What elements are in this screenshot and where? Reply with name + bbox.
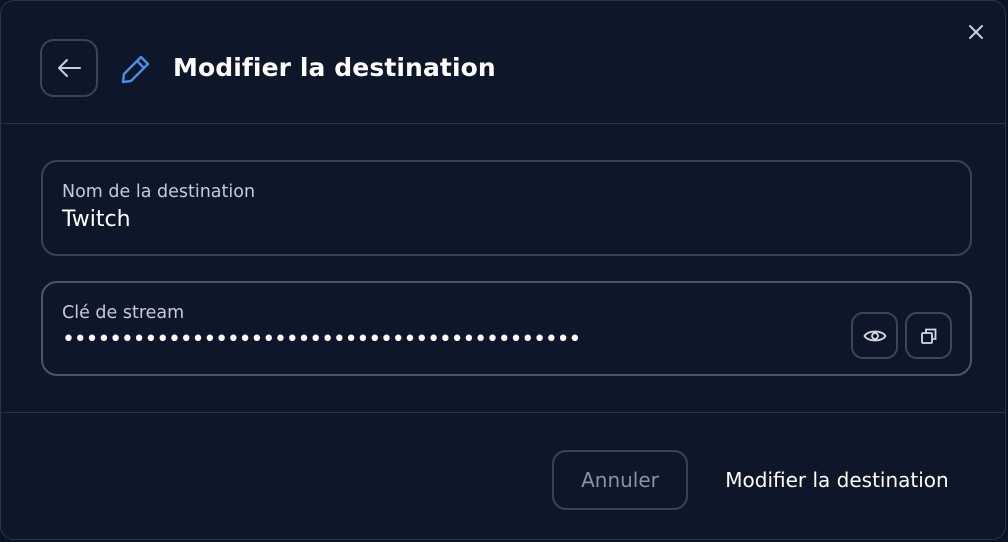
copy-icon <box>920 328 936 344</box>
stream-key-label: Clé de stream <box>62 303 185 323</box>
dialog-title: Modifier la destination <box>173 53 496 82</box>
submit-button[interactable]: Modifier la destination <box>711 450 963 510</box>
copy-key-button[interactable] <box>905 312 952 359</box>
destination-name-field[interactable]: Nom de la destination Twitch <box>41 160 972 256</box>
cancel-button[interactable]: Annuler <box>552 450 688 510</box>
stream-key-field[interactable]: Clé de stream ••••••••••••••••••••••••••… <box>41 281 972 376</box>
eye-icon <box>862 330 887 341</box>
reveal-key-button[interactable] <box>851 312 898 359</box>
back-button[interactable] <box>40 39 98 97</box>
dialog-header: Modifier la destination <box>1 1 1005 124</box>
arrow-left-icon <box>58 59 81 77</box>
destination-name-value[interactable]: Twitch <box>62 207 131 232</box>
destination-name-label: Nom de la destination <box>62 182 256 202</box>
pencil-icon <box>121 55 150 84</box>
footer-divider <box>1 412 1005 413</box>
stream-key-value[interactable]: ••••••••••••••••••••••••••••••••••••••••… <box>62 327 581 352</box>
edit-destination-dialog: Modifier la destination Nom de la destin… <box>0 0 1006 540</box>
